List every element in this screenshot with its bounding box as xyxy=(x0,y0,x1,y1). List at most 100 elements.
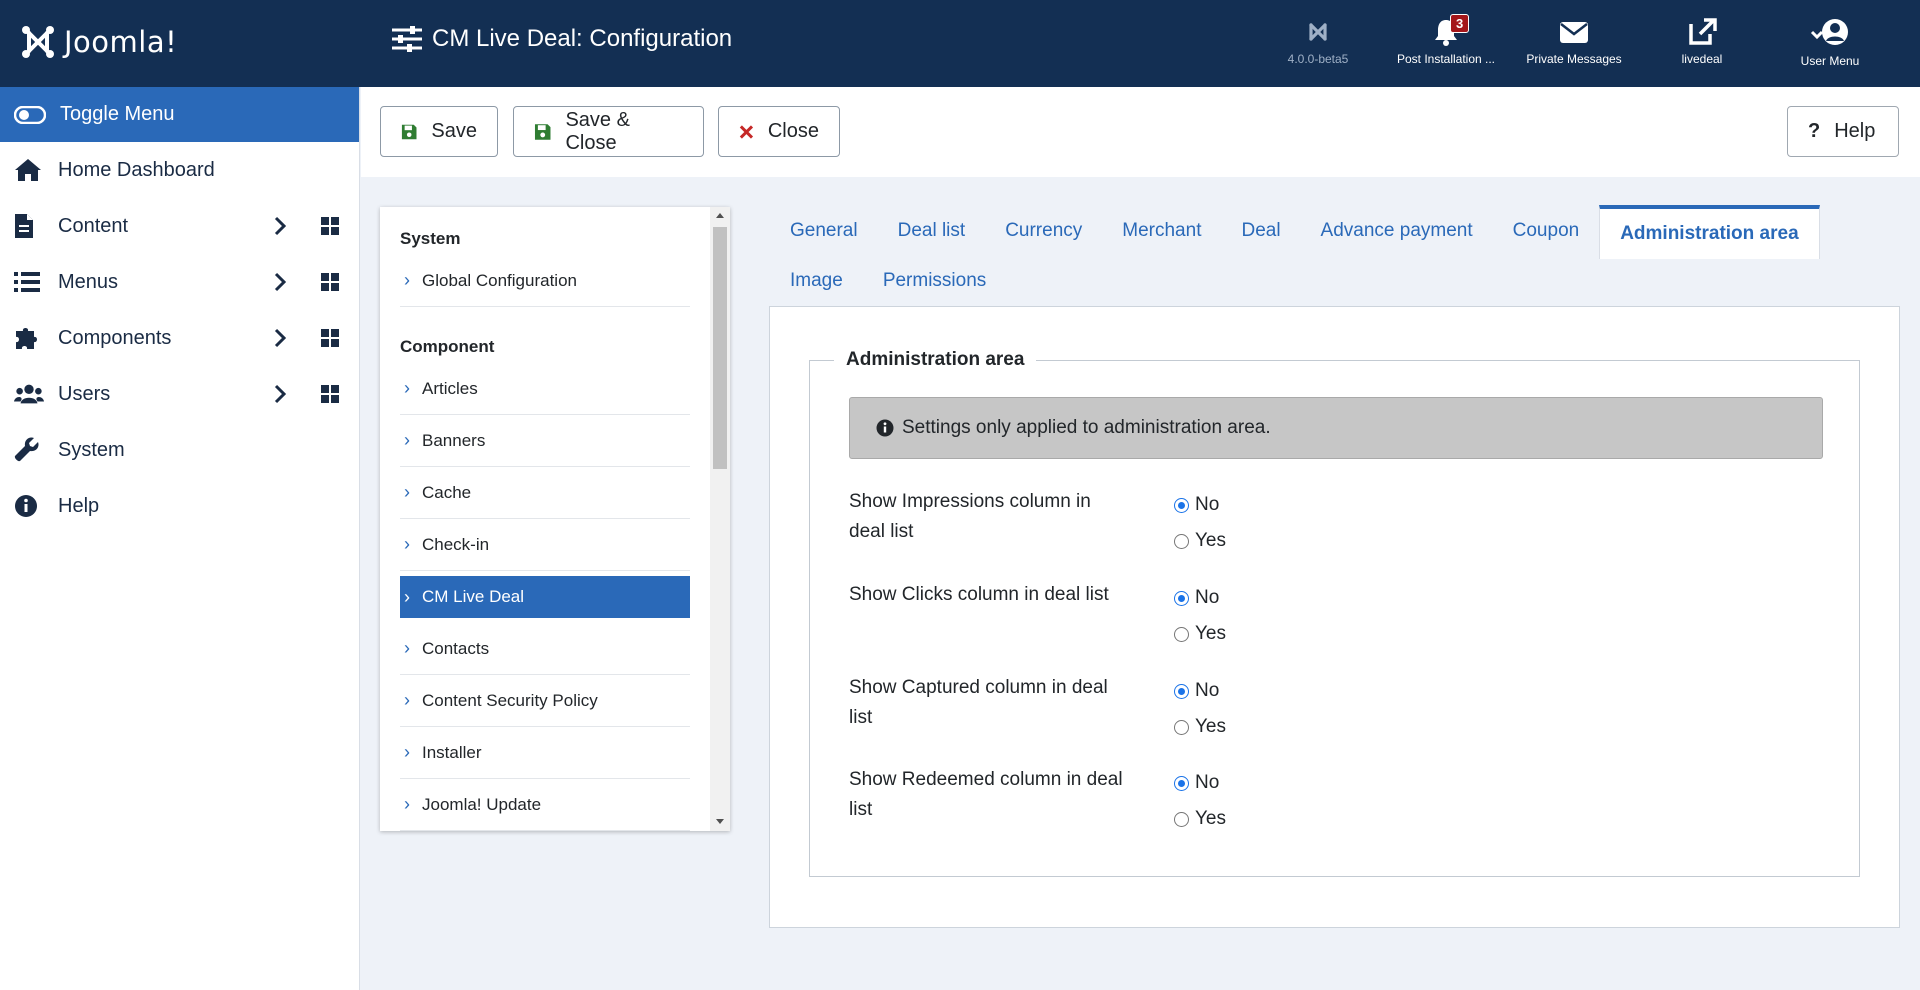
toggle-icon xyxy=(14,105,46,124)
floppy-disk-icon xyxy=(401,124,417,139)
radio-button[interactable] xyxy=(1174,497,1189,513)
top-header: Joomla! CM Live Deal: Configuration 4.0.… xyxy=(0,0,1920,87)
field-label: Show Captured column in deal list xyxy=(849,677,1108,728)
chevron-right-icon: › xyxy=(404,534,410,554)
chevron-right-icon[interactable] xyxy=(274,272,286,292)
radio-button[interactable] xyxy=(1174,811,1189,827)
list-item-banners[interactable]: › Banners xyxy=(400,415,690,467)
list-icon xyxy=(14,272,40,292)
sidebar-item-users[interactable]: Users xyxy=(0,366,359,422)
scroll-thumb[interactable] xyxy=(713,227,727,469)
tab-merchant[interactable]: Merchant xyxy=(1102,205,1221,257)
users-icon xyxy=(14,384,44,404)
component-heading: Component xyxy=(400,337,495,356)
floppy-disk-icon xyxy=(534,123,551,140)
radio-button[interactable] xyxy=(1174,533,1189,549)
scrollbar[interactable] xyxy=(710,207,730,831)
radio-option-no[interactable]: No xyxy=(1174,487,1226,523)
save-and-close-button[interactable]: Save & Close xyxy=(513,106,704,157)
joomla-logo[interactable]: Joomla! xyxy=(20,24,177,60)
list-item-cm-live-deal[interactable]: › CM Live Deal xyxy=(400,576,690,618)
tab-currency[interactable]: Currency xyxy=(985,205,1102,257)
user-circle-icon xyxy=(1810,19,1848,45)
sidebar-item-system[interactable]: System xyxy=(0,422,359,478)
list-item-global-configuration[interactable]: › Global Configuration xyxy=(400,255,690,307)
sidebar-item-help[interactable]: Help xyxy=(0,478,359,534)
radio-button[interactable] xyxy=(1174,775,1189,791)
info-circle-icon xyxy=(15,495,37,517)
list-item-contacts[interactable]: › Contacts xyxy=(400,623,690,675)
administration-area-fieldset: Administration area Settings only applie… xyxy=(809,349,1860,877)
question-icon: ? xyxy=(1808,120,1821,142)
chevron-right-icon: › xyxy=(404,794,410,814)
list-item-articles[interactable]: › Articles xyxy=(400,363,690,415)
sidebar: Toggle Menu Home Dashboard Content Menus… xyxy=(0,87,360,990)
version-item[interactable]: 4.0.0-beta5 xyxy=(1254,18,1382,68)
tab-coupon[interactable]: Coupon xyxy=(1493,205,1600,257)
radio-option-no[interactable]: No xyxy=(1174,580,1226,616)
dashboard-grid-icon[interactable] xyxy=(321,385,339,403)
chevron-right-icon[interactable] xyxy=(274,328,286,348)
joomla-logo-icon xyxy=(22,26,54,58)
external-link-icon xyxy=(1689,18,1717,45)
radio-option-yes[interactable]: Yes xyxy=(1174,709,1226,745)
dashboard-grid-icon[interactable] xyxy=(321,217,339,235)
radio-option-no[interactable]: No xyxy=(1174,673,1226,709)
logo-text: Joomla! xyxy=(64,25,178,59)
list-item-joomla-update[interactable]: › Joomla! Update xyxy=(400,779,690,831)
radio-button[interactable] xyxy=(1174,590,1189,606)
field-label: Show Clicks column in deal list xyxy=(849,584,1109,605)
tab-deal-list[interactable]: Deal list xyxy=(878,205,986,257)
chevron-right-icon: › xyxy=(404,430,410,450)
envelope-icon xyxy=(1560,22,1588,43)
info-circle-icon xyxy=(876,419,894,437)
tab-administration-area[interactable]: Administration area xyxy=(1599,205,1820,259)
dashboard-grid-icon[interactable] xyxy=(321,329,339,347)
field-label: Show Redeemed column in deal list xyxy=(849,769,1123,820)
tab-permissions[interactable]: Permissions xyxy=(863,255,1006,307)
dashboard-grid-icon[interactable] xyxy=(321,273,339,291)
tab-advance-payment[interactable]: Advance payment xyxy=(1301,205,1493,257)
save-button[interactable]: Save xyxy=(380,106,498,157)
chevron-right-icon[interactable] xyxy=(274,216,286,236)
sidebar-item-home-dashboard[interactable]: Home Dashboard xyxy=(0,142,359,198)
radio-option-no[interactable]: No xyxy=(1174,765,1226,801)
sidebar-item-content[interactable]: Content xyxy=(0,198,359,254)
radio-button[interactable] xyxy=(1174,626,1189,642)
radio-option-yes[interactable]: Yes xyxy=(1174,801,1226,837)
sidebar-item-components[interactable]: Components xyxy=(0,310,359,366)
radio-button[interactable] xyxy=(1174,719,1189,735)
chevron-right-icon: › xyxy=(404,378,410,398)
chevron-right-icon[interactable] xyxy=(274,384,286,404)
component-list-panel: System › Global Configuration Component … xyxy=(380,207,730,831)
puzzle-icon xyxy=(16,328,37,349)
chevron-right-icon: › xyxy=(404,638,410,658)
file-icon xyxy=(15,214,33,238)
toggle-menu-button[interactable]: Toggle Menu xyxy=(0,87,359,142)
tab-image[interactable]: Image xyxy=(770,255,863,307)
scroll-up-arrow[interactable] xyxy=(716,213,724,218)
chevron-right-icon: › xyxy=(404,742,410,762)
list-item-check-in[interactable]: › Check-in xyxy=(400,519,690,571)
tab-deal[interactable]: Deal xyxy=(1221,205,1300,257)
private-messages-item[interactable]: Private Messages xyxy=(1510,18,1638,68)
radio-option-yes[interactable]: Yes xyxy=(1174,523,1226,559)
help-button[interactable]: ? Help xyxy=(1787,106,1899,157)
chevron-right-icon: › xyxy=(404,586,410,607)
radio-button[interactable] xyxy=(1174,683,1189,699)
close-button[interactable]: Close xyxy=(718,106,840,157)
system-heading: System xyxy=(400,229,461,248)
radio-option-yes[interactable]: Yes xyxy=(1174,616,1226,652)
site-link-item[interactable]: livedeal xyxy=(1638,18,1766,68)
sidebar-item-menus[interactable]: Menus xyxy=(0,254,359,310)
scroll-down-arrow[interactable] xyxy=(716,819,724,824)
list-item-content-security-policy[interactable]: › Content Security Policy xyxy=(400,675,690,727)
wrench-icon xyxy=(14,437,39,462)
list-item-cache[interactable]: › Cache xyxy=(400,467,690,519)
post-installation-item[interactable]: 3 Post Installation ... xyxy=(1382,14,1510,68)
list-item-installer[interactable]: › Installer xyxy=(400,727,690,779)
user-menu-item[interactable]: User Menu xyxy=(1766,18,1894,68)
field-label: Show Impressions column in deal list xyxy=(849,491,1091,542)
sliders-icon xyxy=(392,26,422,52)
tab-general[interactable]: General xyxy=(770,205,878,257)
